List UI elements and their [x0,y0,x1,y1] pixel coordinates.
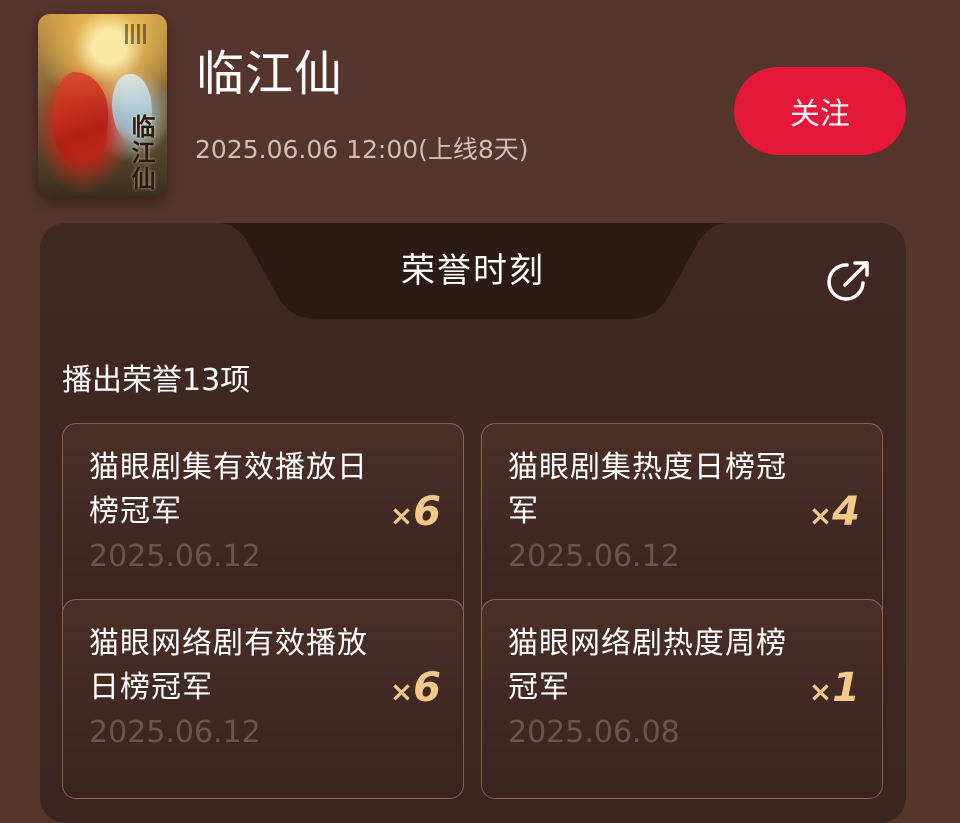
award-name: 猫眼剧集有效播放日榜冠军 [89,450,368,529]
award-date: 2025.06.12 [508,539,680,574]
award-tile[interactable]: 猫眼网络剧热度周榜冠军 ×1 2025.06.08 [481,599,883,799]
award-count: ×6 [389,489,441,535]
award-name: 猫眼网络剧热度周榜冠军 [508,626,787,705]
award-name: 猫眼剧集热度日榜冠军 [508,450,787,529]
follow-button[interactable]: 关注 [734,67,906,155]
award-tile[interactable]: 猫眼网络剧有效播放日榜冠军 ×6 2025.06.12 [62,599,464,799]
poster-title: 临江仙 [127,114,156,192]
show-poster[interactable]: 临江仙 [38,14,167,196]
award-name: 猫眼网络剧有效播放日榜冠军 [89,626,368,705]
show-title: 临江仙 [196,46,344,102]
share-arrow-icon[interactable] [825,257,873,305]
award-count: ×4 [808,489,860,535]
award-tile[interactable]: 猫眼剧集热度日榜冠军 ×4 2025.06.12 [481,423,883,623]
award-tile[interactable]: 猫眼剧集有效播放日榜冠军 ×6 2025.06.12 [62,423,464,623]
honor-tab-title: 荣誉时刻 [401,251,545,291]
award-date: 2025.06.08 [508,715,680,750]
award-count: ×1 [808,665,860,711]
poster-figure-red [52,72,108,172]
release-info: 2025.06.06 12:00(上线8天) [195,135,529,164]
award-date: 2025.06.12 [89,715,261,750]
honor-card: 荣誉时刻 播出荣誉13项 猫眼剧集有效播放日榜冠军 ×6 2025.06.12 … [40,223,906,823]
poster-credits [125,24,159,46]
honor-count-heading: 播出荣誉13项 [62,363,251,398]
award-date: 2025.06.12 [89,539,261,574]
honor-tab: 荣誉时刻 [40,223,906,319]
award-count: ×6 [389,665,441,711]
